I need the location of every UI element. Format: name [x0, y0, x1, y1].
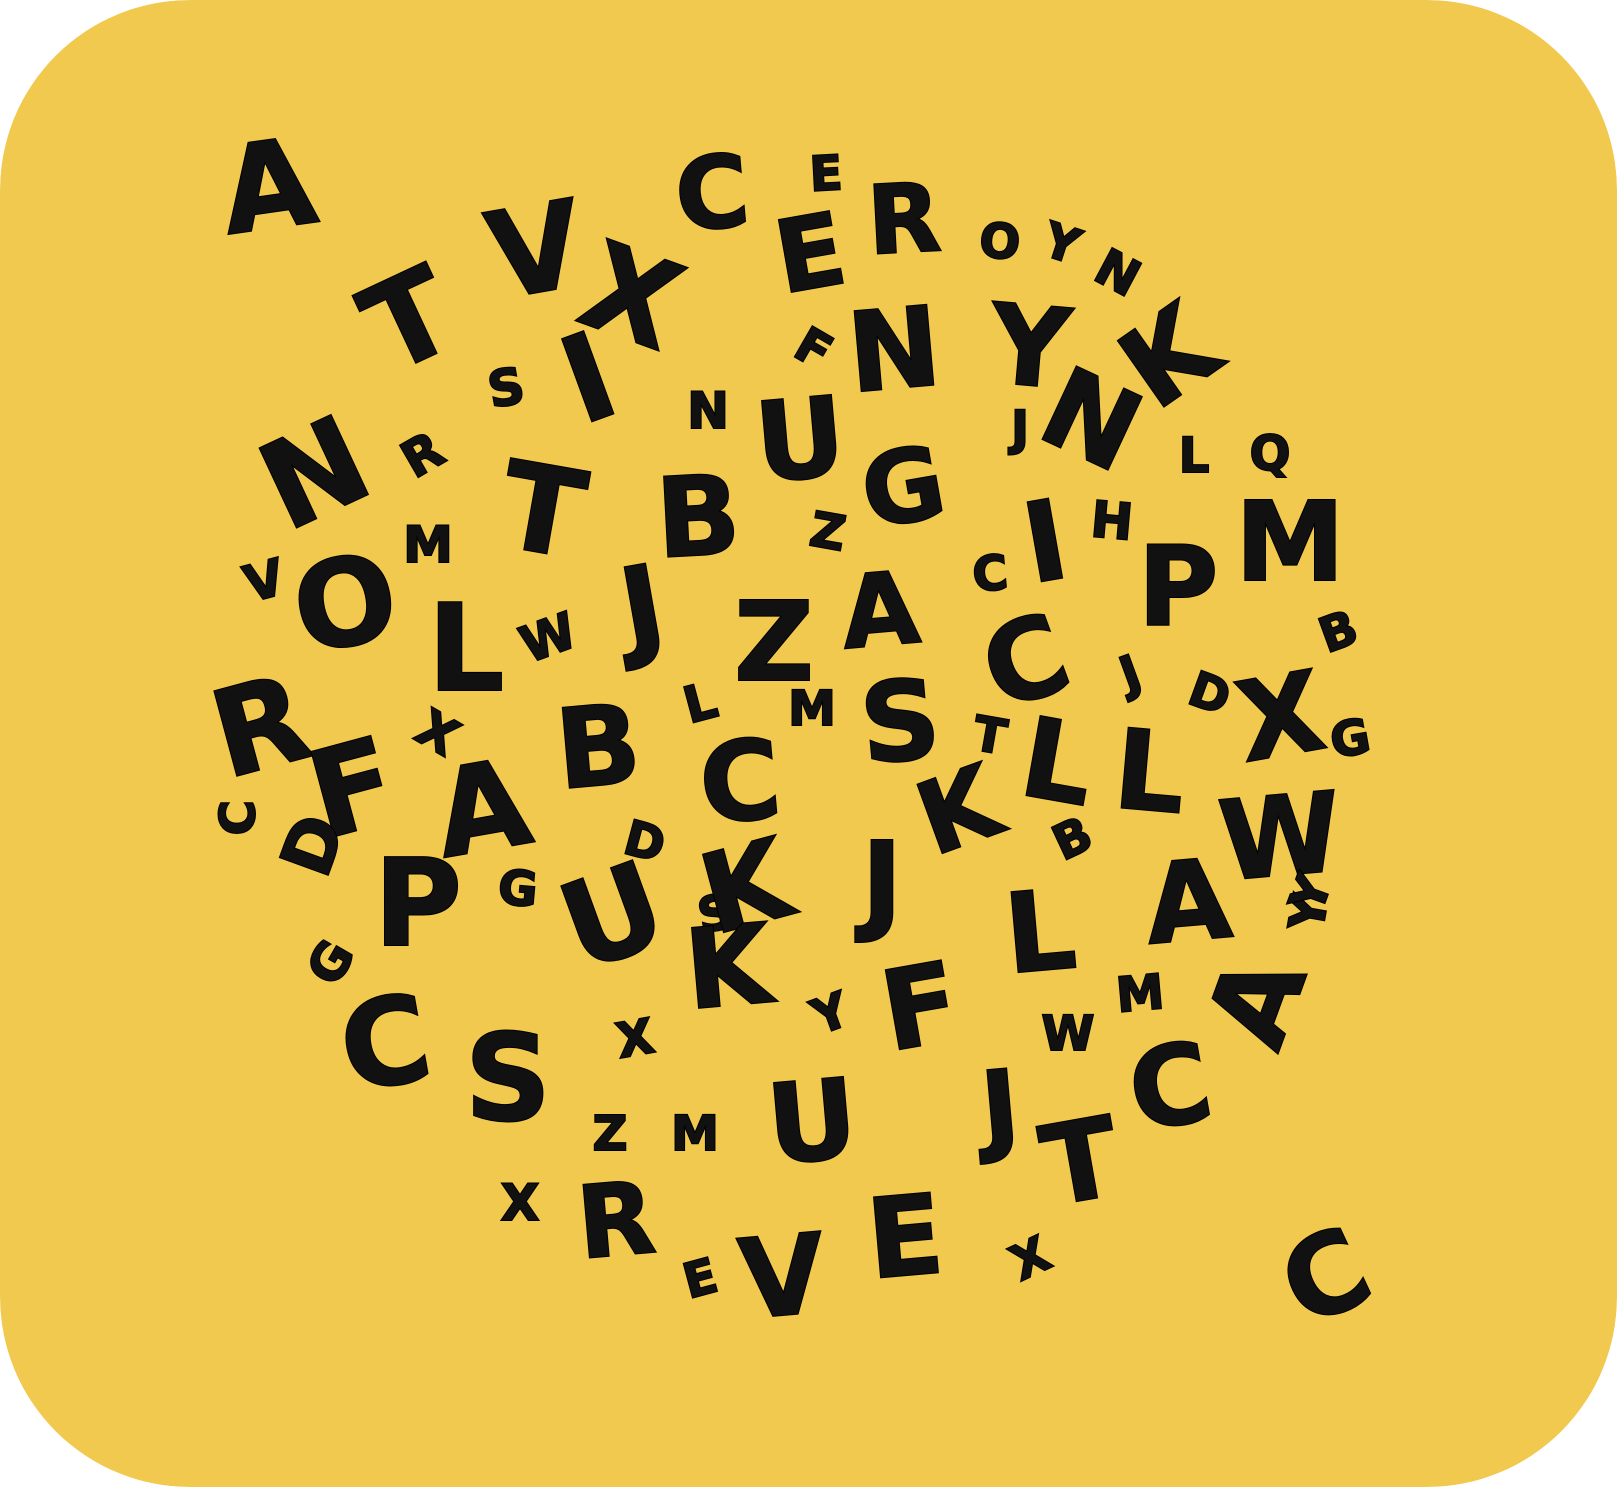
letter-u-24: U — [750, 372, 850, 507]
letter-n-12: N — [843, 282, 946, 418]
letter-a-1: A — [213, 112, 324, 263]
letter-j-72: J — [855, 818, 903, 946]
letter-g-68: G — [496, 859, 540, 918]
letter-e-93: E — [862, 1170, 948, 1304]
letter-tile: ACEROYNTVXENYKSIFNRNMTBUGJNLQIHPMZVOLWJZ… — [0, 0, 1617, 1487]
letter-l-28: L — [1179, 428, 1210, 484]
letter-r-95: R — [573, 1159, 660, 1282]
letter-a-41: A — [836, 549, 923, 672]
letter-c-2: C — [670, 132, 753, 255]
letter-c-42: C — [970, 545, 1010, 604]
letter-k-76: K — [680, 899, 780, 1034]
letter-m-47: M — [788, 681, 836, 737]
letter-m-21: M — [403, 516, 453, 574]
letter-r-4: R — [865, 163, 944, 277]
letter-p-67: P — [374, 835, 462, 974]
letter-o-5: O — [977, 212, 1023, 271]
letter-m-89: M — [671, 1106, 719, 1162]
letter-n-18: N — [687, 382, 729, 440]
letter-l-37: L — [428, 580, 504, 719]
letter-j-26: J — [1008, 401, 1029, 457]
letter-x-94: X — [501, 1174, 540, 1232]
letter-b-54: B — [551, 680, 646, 815]
letter-h-31: H — [1089, 490, 1136, 551]
letter-p-32: P — [1138, 523, 1219, 651]
letter-cloud: A C E R O YNT VX EN Y KS I FNRN M T BU G JN L QI HP MZVO L W J Z… — [0, 0, 1617, 1487]
letter-b-23: B — [653, 451, 743, 583]
letter-u-87: U — [762, 1054, 862, 1189]
letter-w-85: W — [1042, 1006, 1095, 1062]
letter-c-65: C — [210, 800, 266, 835]
letter-l-62: L — [1109, 705, 1190, 839]
letter-q-29: Q — [1250, 426, 1291, 482]
letter-v-96: V — [734, 1210, 830, 1345]
letter-m-81: M — [1114, 964, 1166, 1024]
letter-s-83: S — [465, 1010, 551, 1149]
letter-l-73: L — [1000, 865, 1081, 999]
letter-z-88: Z — [593, 1106, 628, 1162]
letter-m-33: M — [1235, 478, 1344, 606]
